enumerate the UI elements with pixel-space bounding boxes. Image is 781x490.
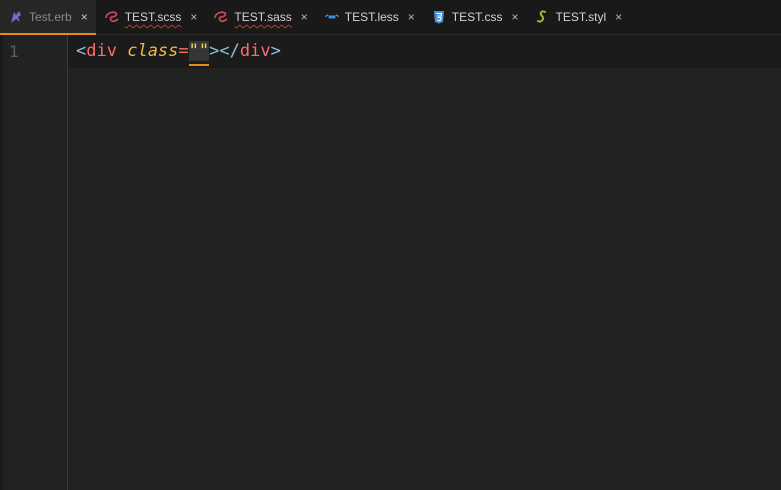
close-icon[interactable]: × — [511, 11, 518, 23]
tab-test-css[interactable]: TEST.css × — [423, 0, 527, 34]
tab-test-styl[interactable]: TEST.styl × — [526, 0, 630, 34]
tab-test-less[interactable]: TEST.less × — [316, 0, 423, 34]
code-attr-name: class — [127, 41, 179, 61]
tab-test-erb[interactable]: Test.erb × — [0, 0, 96, 35]
tab-test-sass[interactable]: TEST.sass × — [205, 0, 315, 34]
code-punct-open: < — [76, 41, 87, 61]
tab-label: TEST.scss — [124, 10, 182, 24]
sass-icon — [213, 9, 229, 25]
tab-label: TEST.less — [344, 10, 399, 24]
close-icon[interactable]: × — [408, 11, 415, 23]
code-punct-close-open: ></ — [209, 41, 240, 61]
css3-icon — [431, 9, 447, 25]
close-icon[interactable]: × — [190, 11, 197, 23]
stylus-icon — [534, 9, 550, 25]
code-line[interactable]: <div class=""></div> — [76, 41, 281, 66]
tab-label: Test.erb — [29, 10, 72, 24]
tab-test-scss[interactable]: TEST.scss × — [96, 0, 206, 34]
sass-icon — [104, 9, 120, 25]
code-punct-close: > — [270, 41, 281, 61]
code-tag-name: div — [86, 41, 117, 61]
erb-icon — [8, 9, 24, 25]
close-icon[interactable]: × — [301, 11, 308, 23]
line-number-gutter — [3, 35, 68, 490]
tab-label: TEST.styl — [555, 10, 607, 24]
tab-label: TEST.css — [451, 10, 503, 24]
code-editor[interactable]: 1 <div class=""></div> — [0, 35, 781, 490]
code-equals: = — [178, 41, 189, 61]
code-closing-tag-name: div — [239, 41, 271, 61]
tab-label: TEST.sass — [234, 10, 292, 24]
tab-bar: Test.erb × TEST.scss × TEST.sass × TEST.… — [0, 0, 781, 35]
line-number: 1 — [9, 42, 19, 61]
cursor-selection[interactable]: "" — [188, 41, 210, 66]
close-icon[interactable]: × — [615, 11, 622, 23]
less-icon — [324, 9, 340, 25]
code-attr-value: "" — [188, 41, 210, 61]
close-icon[interactable]: × — [81, 11, 88, 23]
